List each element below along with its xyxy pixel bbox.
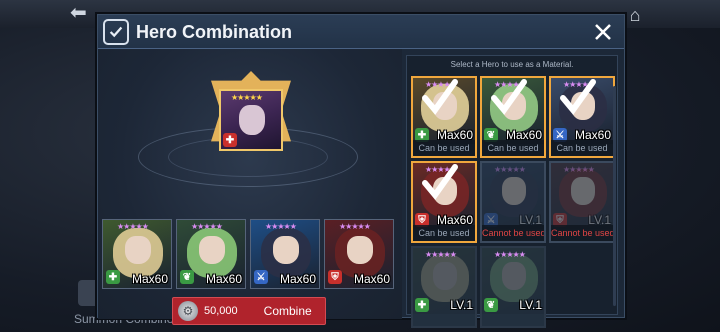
material-panel-header: Select a Hero to use as a Material. [450, 60, 574, 69]
scrollbar[interactable] [613, 86, 616, 306]
material-hero-card[interactable]: ★★★★★ ⛨ LV.1 Cannot be used [549, 161, 615, 243]
hero-face [502, 262, 526, 290]
star-rating: ★★★★★ [563, 165, 595, 174]
cross-class-icon: ✚ [106, 270, 120, 284]
material-hero-card[interactable]: ★★★★★ ⚔ Max60 Can be used [549, 76, 615, 158]
usability-status: Can be used [551, 140, 613, 156]
usability-status: Cannot be used [482, 225, 544, 241]
selected-check-icon [560, 79, 596, 115]
star-rating: ★★★★★ [425, 250, 457, 259]
combine-button[interactable]: ⚙ 50,000 Combine [172, 297, 326, 325]
hero-face [502, 177, 526, 205]
modal-title: Hero Combination [136, 22, 292, 42]
hero-face [433, 262, 457, 290]
cross-class-icon: ✚ [223, 133, 237, 147]
hero-level: Max60 [279, 272, 316, 286]
hero-level: LV.1 [450, 298, 473, 312]
usability-status: Can be used [413, 225, 475, 241]
close-icon [595, 24, 611, 40]
close-button[interactable] [590, 19, 616, 45]
material-hero-card[interactable]: ★★★★★ ⚔ LV.1 Cannot be used [480, 161, 546, 243]
material-hero-card[interactable]: ★★★★★ ❦ LV.1 [480, 246, 546, 328]
star-rating: ★★★★★ [117, 222, 149, 231]
material-hero-card[interactable]: ★★★★★ ✚ LV.1 [411, 246, 477, 328]
modal-header: Hero Combination [98, 15, 624, 49]
checkmark-icon [103, 19, 129, 45]
leaf-class-icon: ❦ [484, 298, 498, 312]
shield-class-icon: ⛨ [328, 270, 342, 284]
combination-hero-card[interactable]: ★★★★★ ⚔ Max60 [250, 219, 320, 289]
star-rating: ★★★★★ [494, 250, 526, 259]
star-rating: ★★★★★ [231, 93, 263, 102]
combination-hero-card[interactable]: ★★★★★ ⛨ Max60 [324, 219, 394, 289]
selected-check-icon [422, 164, 458, 200]
hero-combination-modal: Hero Combination ★★★★★ ✚ ★★★★★ ✚ Max60 ★… [97, 14, 625, 328]
combine-label: Combine [263, 304, 312, 318]
star-rating: ★★★★★ [339, 222, 371, 231]
back-arrow-icon[interactable]: ⬅ [70, 2, 100, 24]
hero-face [571, 177, 595, 205]
material-hero-card[interactable]: ★★★★★ ⛨ Max60 Can be used [411, 161, 477, 243]
hero-level: Max60 [131, 272, 168, 286]
combination-hero-card[interactable]: ★★★★★ ❦ Max60 [176, 219, 246, 289]
sword-class-icon: ⚔ [254, 270, 268, 284]
combine-cost: 50,000 [204, 305, 238, 317]
leaf-class-icon: ❦ [180, 270, 194, 284]
material-hero-card[interactable]: ★★★★★ ❦ Max60 Can be used [480, 76, 546, 158]
star-rating: ★★★★★ [265, 222, 297, 231]
home-icon[interactable]: ⌂ [622, 4, 648, 26]
hero-face [125, 236, 151, 264]
material-panel: Select a Hero to use as a Material. ★★★★… [406, 55, 618, 328]
star-rating: ★★★★★ [191, 222, 223, 231]
hero-level: LV.1 [519, 298, 542, 312]
target-hero-portrait[interactable]: ★★★★★ ✚ [219, 89, 283, 151]
material-grid: ★★★★★ ✚ Max60 Can be used ★★★★★ ❦ Max60 … [411, 76, 615, 328]
usability-status: Can be used [413, 140, 475, 156]
hero-face [199, 236, 225, 264]
selected-check-icon [422, 79, 458, 115]
material-hero-card[interactable]: ★★★★★ ✚ Max60 Can be used [411, 76, 477, 158]
selected-check-icon [491, 79, 527, 115]
hero-face [239, 105, 265, 135]
combination-area: ★★★★★ ✚ ★★★★★ ✚ Max60 ★★★★★ ❦ Max60 ★★★★… [98, 49, 402, 325]
usability-status: Can be used [482, 140, 544, 156]
gear-coin-icon: ⚙ [178, 301, 198, 321]
combination-hero-row: ★★★★★ ✚ Max60 ★★★★★ ❦ Max60 ★★★★★ ⚔ Max6… [102, 219, 398, 289]
star-rating: ★★★★★ [494, 165, 526, 174]
hero-face [347, 236, 373, 264]
hero-level: Max60 [205, 272, 242, 286]
usability-status: Cannot be used [551, 225, 613, 241]
hero-face [273, 236, 299, 264]
combination-hero-card[interactable]: ★★★★★ ✚ Max60 [102, 219, 172, 289]
cross-class-icon: ✚ [415, 298, 429, 312]
hero-level: Max60 [353, 272, 390, 286]
